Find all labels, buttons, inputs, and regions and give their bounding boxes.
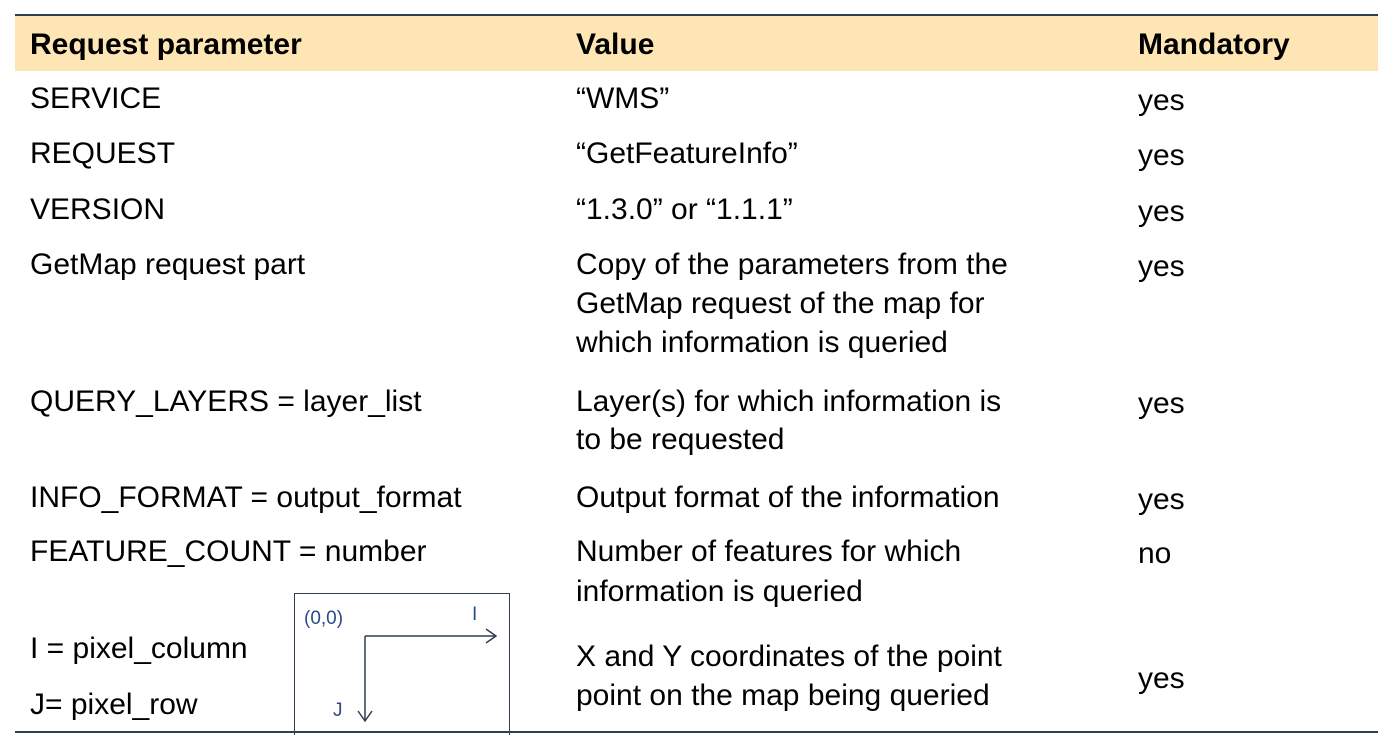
row-request-param: REQUEST — [30, 137, 176, 170]
row-info-format-mandatory: yes — [1138, 483, 1185, 516]
row-ij-value-line1: X and Y coordinates of the point — [576, 640, 1002, 673]
table-header: Request parameter Value Mandatory — [15, 16, 1378, 71]
row-getmap-mandatory: yes — [1138, 250, 1185, 283]
row-getmap-value-line3: which information is queried — [576, 326, 948, 359]
j-axis-label: J — [333, 700, 343, 721]
row-query-layers-param: QUERY_LAYERS = layer_list — [30, 385, 422, 418]
row-service-mandatory: yes — [1138, 84, 1185, 117]
row-feature-count-value-line2: information is queried — [576, 575, 863, 608]
row-j-param: J= pixel_row — [30, 688, 198, 721]
row-query-layers-value-line1: Layer(s) for which information is — [576, 385, 1002, 418]
header-value: Value — [576, 28, 655, 61]
i-axis-label: I — [472, 604, 478, 625]
row-getmap-param: GetMap request part — [30, 248, 306, 281]
row-i-param: I = pixel_column — [30, 632, 248, 665]
row-info-format-param: INFO_FORMAT = output_format — [30, 481, 462, 514]
row-ij-value-line2: point on the map being queried — [576, 679, 990, 712]
header-mandatory: Mandatory — [1138, 28, 1290, 61]
row-feature-count-value-line1: Number of features for which — [576, 535, 962, 568]
header-request-parameter: Request parameter — [30, 28, 302, 61]
row-version-mandatory: yes — [1138, 195, 1185, 228]
row-service-param: SERVICE — [30, 82, 162, 115]
row-feature-count-param: FEATURE_COUNT = number — [30, 535, 427, 568]
table-bottom-rule — [15, 731, 1378, 733]
row-service-value: “WMS” — [576, 82, 670, 115]
row-feature-count-mandatory: no — [1138, 537, 1172, 570]
origin-label: (0,0) — [304, 608, 344, 629]
row-version-param: VERSION — [30, 193, 166, 226]
row-query-layers-value-line2: to be requested — [576, 423, 785, 456]
row-version-value: “1.3.0” or “1.1.1” — [576, 193, 793, 226]
row-request-mandatory: yes — [1138, 139, 1185, 172]
row-getmap-value-line2: GetMap request of the map for — [576, 287, 985, 320]
row-request-value: “GetFeatureInfo” — [576, 137, 798, 170]
row-info-format-value: Output format of the information — [576, 481, 1000, 514]
pixel-axes-diagram: (0,0) I J — [294, 593, 510, 735]
row-query-layers-mandatory: yes — [1138, 387, 1185, 420]
row-getmap-value-line1: Copy of the parameters from the — [576, 248, 1008, 281]
row-ij-mandatory: yes — [1138, 662, 1185, 695]
